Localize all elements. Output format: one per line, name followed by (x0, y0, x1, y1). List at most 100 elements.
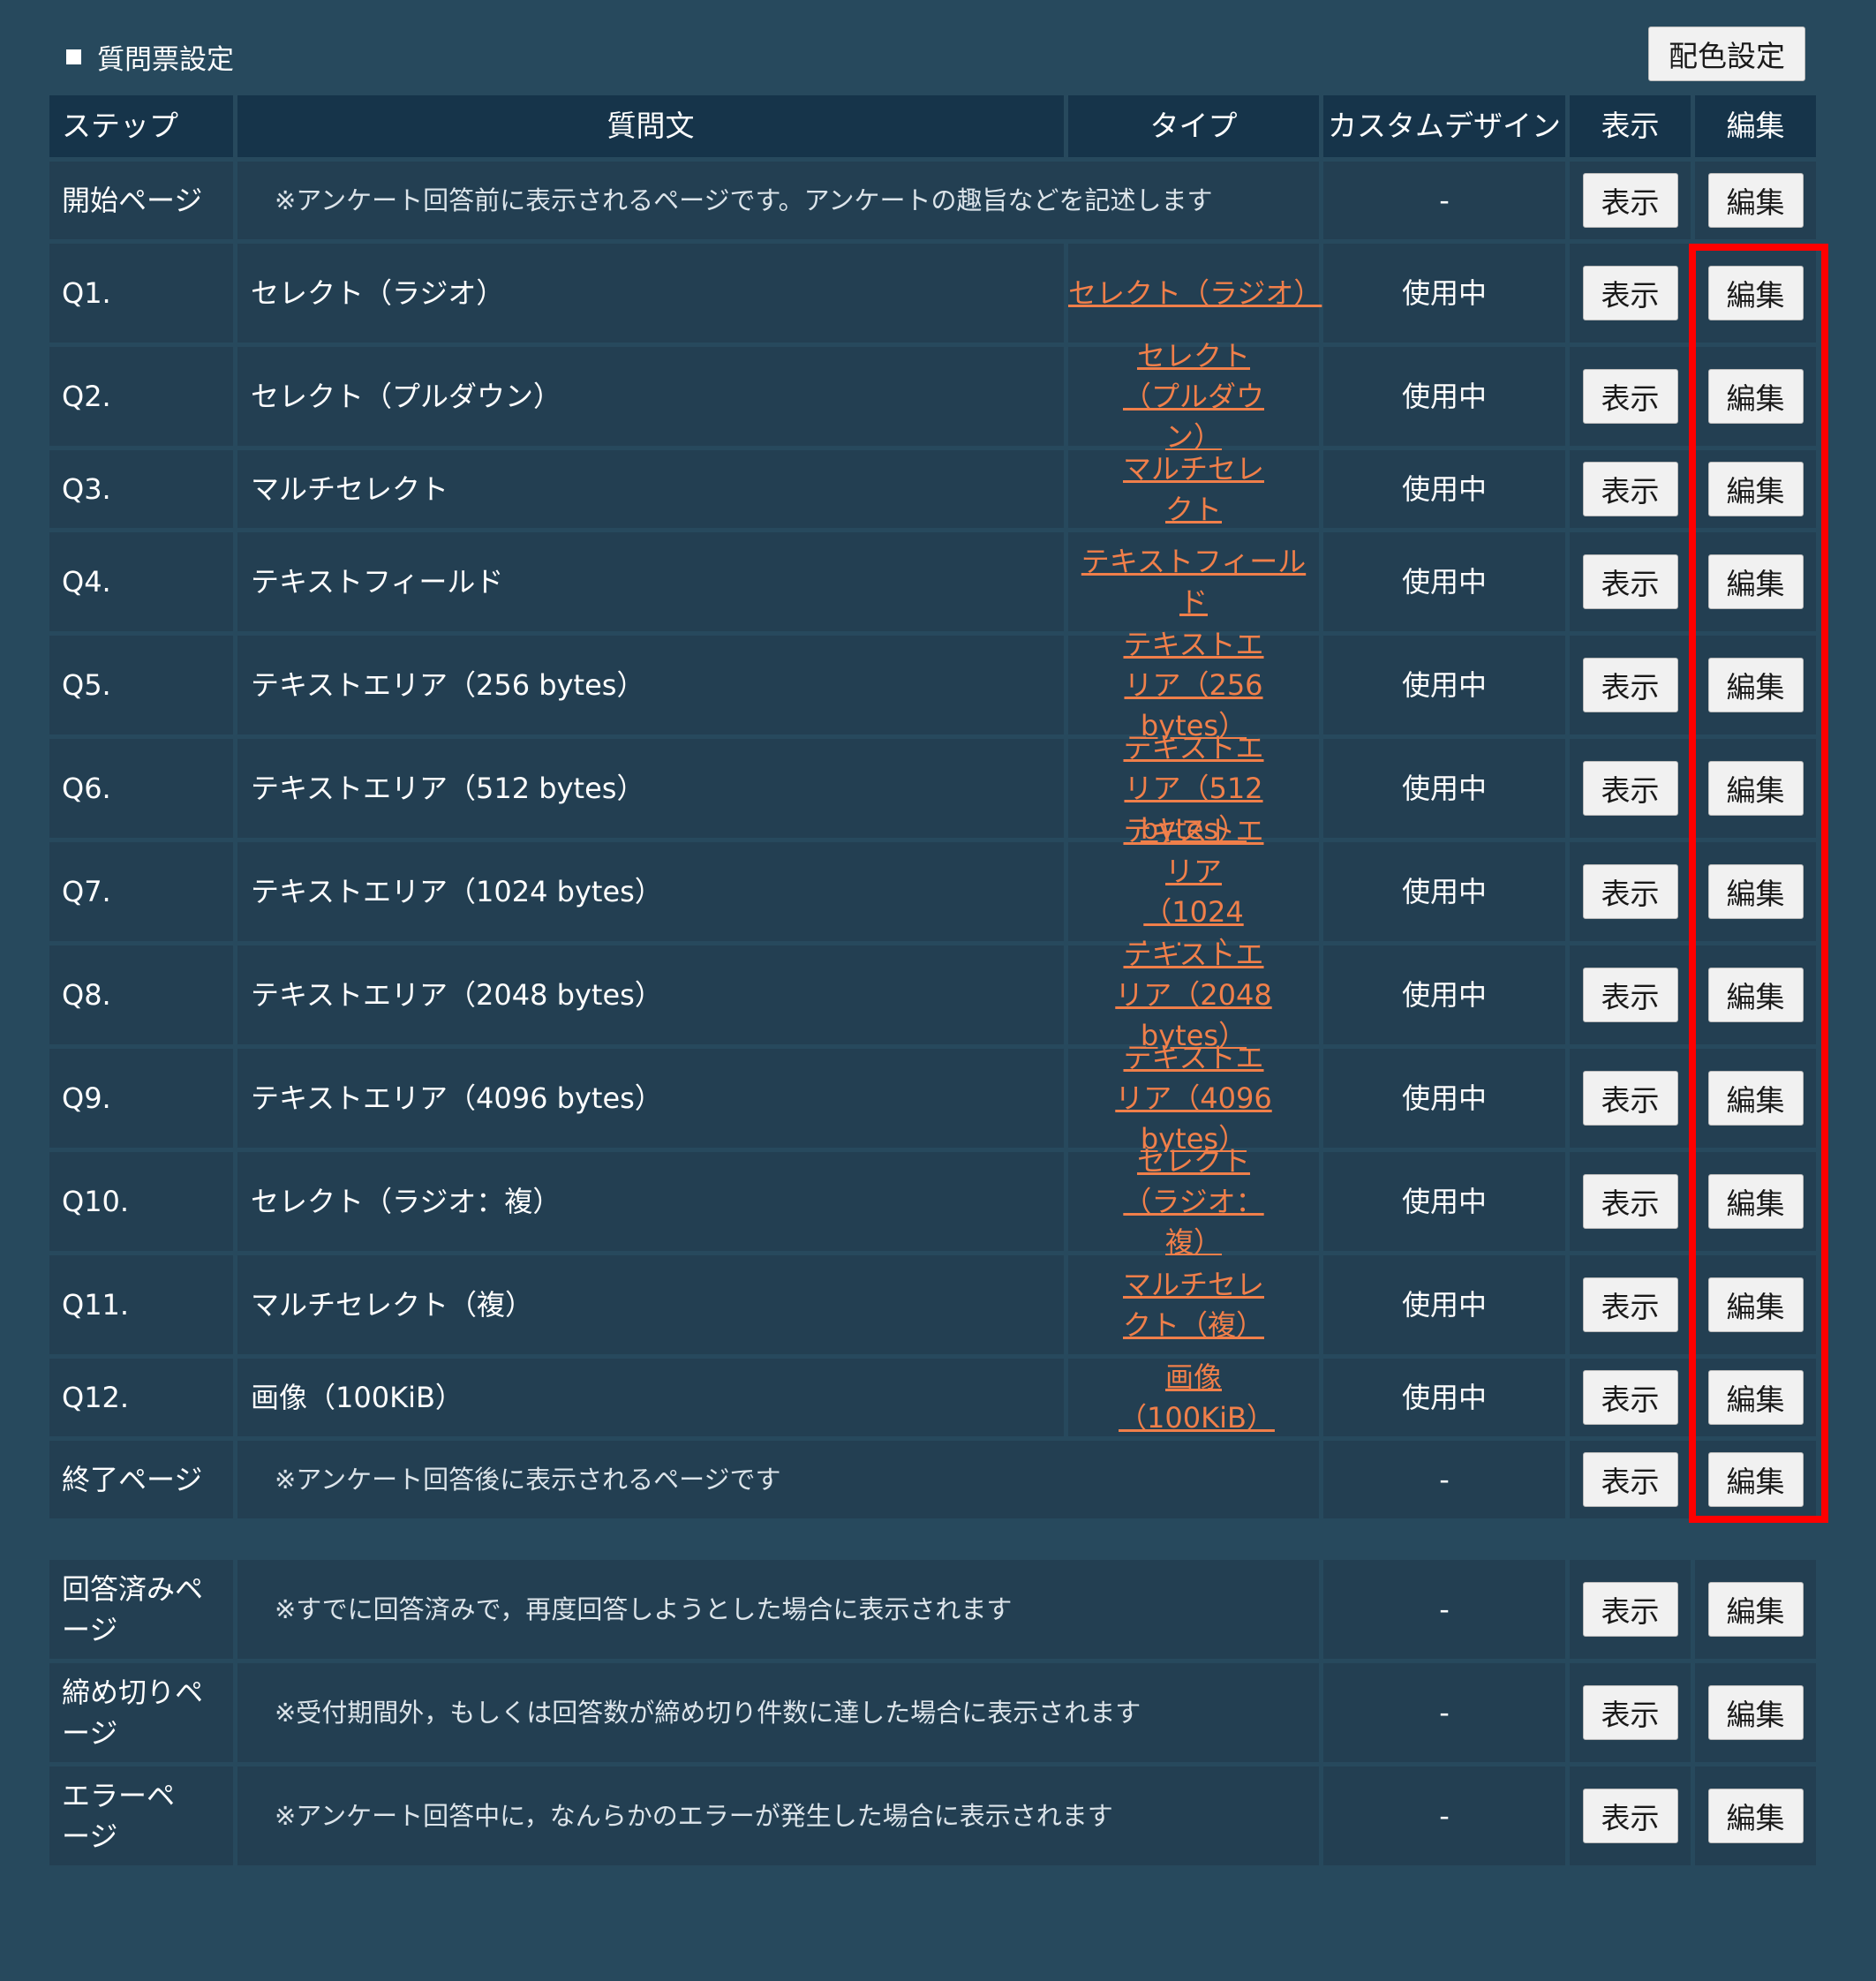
color-settings-button[interactable]: 配色設定 (1648, 26, 1805, 81)
edit-button[interactable]: 編集 (1707, 1370, 1804, 1425)
type-link[interactable]: マルチセレクト（複） (1119, 1264, 1269, 1345)
edit-button[interactable]: 編集 (1707, 1452, 1804, 1507)
show-button[interactable]: 表示 (1582, 369, 1678, 424)
custom-design-status: - (1439, 184, 1450, 217)
table-row: Q8. テキストエリア（2048 bytes） テキストエリア（2048 bytes… (49, 938, 1816, 1052)
edit-button[interactable]: 編集 (1707, 1071, 1804, 1126)
step-cell: Q11. (49, 1255, 233, 1354)
table-row: 終了ページ ※アンケート回答後に表示されるページです - 表示 編集 (49, 1441, 1816, 1518)
custom-design-cell: 使用中 (1323, 1255, 1565, 1354)
edit-button[interactable]: 編集 (1707, 554, 1804, 609)
step-cell: Q5. (49, 636, 233, 734)
step-label: Q5. (62, 668, 111, 702)
question-text: セレクト（プルダウン） (251, 380, 562, 413)
step-cell: Q7. (49, 842, 233, 941)
type-link[interactable]: マルチセレクト (1110, 448, 1277, 530)
edit-button[interactable]: 編集 (1707, 369, 1804, 424)
show-cell: 表示 (1570, 532, 1691, 631)
custom-design-status: 使用中 (1401, 565, 1487, 599)
edit-button[interactable]: 編集 (1707, 1685, 1804, 1740)
show-cell: 表示 (1570, 739, 1691, 838)
description-cell: ※アンケート回答後に表示されるページです (237, 1441, 1319, 1518)
column-header-edit: 編集 (1695, 95, 1816, 157)
custom-design-cell: 使用中 (1323, 1049, 1565, 1148)
edit-button[interactable]: 編集 (1707, 761, 1804, 816)
edit-button[interactable]: 編集 (1707, 1582, 1804, 1637)
custom-design-cell: 使用中 (1323, 244, 1565, 343)
edit-button[interactable]: 編集 (1707, 1789, 1804, 1843)
question-text: 画像（100KiB） (251, 1381, 463, 1414)
show-button[interactable]: 表示 (1582, 761, 1678, 816)
show-button[interactable]: 表示 (1582, 864, 1678, 919)
show-button[interactable]: 表示 (1582, 554, 1678, 609)
edit-button[interactable]: 編集 (1707, 658, 1804, 712)
show-button[interactable]: 表示 (1582, 1174, 1678, 1229)
custom-design-status: 使用中 (1401, 1081, 1487, 1115)
question-text: マルチセレクト (251, 472, 449, 506)
step-cell: Q2. (49, 347, 233, 446)
question-text: セレクト（ラジオ） (251, 276, 505, 310)
custom-design-status: 使用中 (1401, 875, 1487, 908)
type-link[interactable]: セレクト（ラジオ） (1068, 273, 1322, 313)
custom-design-status: 使用中 (1401, 472, 1487, 506)
show-button[interactable]: 表示 (1582, 1582, 1678, 1637)
table-row: Q12. 画像（100KiB） 画像（100KiB） 使用中 表示 編集 (49, 1359, 1816, 1436)
edit-button[interactable]: 編集 (1707, 1277, 1804, 1332)
edit-button[interactable]: 編集 (1707, 968, 1804, 1022)
step-cell: Q9. (49, 1049, 233, 1148)
type-cell: セレクト（ラジオ：複） (1068, 1144, 1319, 1259)
type-link[interactable]: 画像（100KiB） (1119, 1357, 1275, 1438)
custom-design-cell: 使用中 (1323, 945, 1565, 1044)
show-button[interactable]: 表示 (1582, 1277, 1678, 1332)
show-button[interactable]: 表示 (1582, 266, 1678, 320)
step-cell: Q1. (49, 244, 233, 343)
step-label: Q8. (62, 978, 111, 1012)
type-cell: テキストエリア（4096 bytes） (1068, 1041, 1319, 1156)
type-link[interactable]: テキストフィールド (1068, 541, 1319, 622)
show-button[interactable]: 表示 (1582, 1071, 1678, 1126)
show-button[interactable]: 表示 (1582, 1452, 1678, 1507)
custom-design-cell: 使用中 (1323, 347, 1565, 446)
step-label: 締め切りページ (62, 1676, 204, 1750)
edit-cell: 編集 (1695, 532, 1816, 631)
step-label: エラーページ (62, 1779, 176, 1853)
show-button[interactable]: 表示 (1582, 173, 1678, 228)
edit-cell: 編集 (1695, 1359, 1816, 1436)
custom-design-status: 使用中 (1401, 1185, 1487, 1218)
edit-button[interactable]: 編集 (1707, 1174, 1804, 1229)
step-label: 開始ページ (62, 184, 203, 217)
show-button[interactable]: 表示 (1582, 1685, 1678, 1740)
edit-cell: 編集 (1695, 636, 1816, 734)
page-description: ※アンケート回答前に表示されるページです。アンケートの趣旨などを記述します (275, 185, 1213, 215)
show-button[interactable]: 表示 (1582, 1789, 1678, 1843)
type-link[interactable]: セレクト（ラジオ：複） (1114, 1141, 1273, 1262)
table-row: Q10. セレクト（ラジオ：複） セレクト（ラジオ：複） 使用中 表示 編集 (49, 1144, 1816, 1259)
edit-button[interactable]: 編集 (1707, 864, 1804, 919)
type-link[interactable]: セレクト（プルダウン） (1119, 335, 1269, 457)
edit-cell: 編集 (1695, 347, 1816, 446)
page-description: ※受付期間外，もしくは回答数が締め切り件数に達した場合に表示されます (275, 1698, 1141, 1728)
show-button[interactable]: 表示 (1582, 658, 1678, 712)
show-button[interactable]: 表示 (1582, 1370, 1678, 1425)
edit-button[interactable]: 編集 (1707, 173, 1804, 228)
question-cell: セレクト（プルダウン） (237, 347, 1064, 446)
show-button[interactable]: 表示 (1582, 462, 1678, 516)
table-row: 回答済みページ ※すでに回答済みで，再度回答しようとした場合に表示されます - 表示編… (49, 1560, 1816, 1659)
step-cell: Q8. (49, 945, 233, 1044)
step-label: Q10. (62, 1185, 130, 1218)
step-label: 終了ページ (62, 1463, 203, 1496)
question-cell: テキストフィールド (237, 532, 1064, 631)
section-title-text: 質問票設定 (97, 44, 234, 76)
table-row: Q9. テキストエリア（4096 bytes） テキストエリア（4096 bytes… (49, 1041, 1816, 1156)
column-header-show: 表示 (1570, 95, 1691, 157)
column-header-step: ステップ (49, 95, 233, 157)
show-button[interactable]: 表示 (1582, 968, 1678, 1022)
edit-button[interactable]: 編集 (1707, 266, 1804, 320)
table-row: Q6. テキストエリア（512 bytes） テキストエリア（512 bytes）使… (49, 731, 1816, 846)
type-cell: セレクト（プルダウン） (1068, 339, 1319, 454)
type-cell: 画像（100KiB） (1068, 1359, 1319, 1436)
question-cell: テキストエリア（256 bytes） (237, 636, 1064, 734)
table-row: Q1. セレクト（ラジオ） セレクト（ラジオ） 使用中 表示 編集 (49, 244, 1816, 343)
step-label: 回答済みページ (62, 1572, 204, 1646)
edit-button[interactable]: 編集 (1707, 462, 1804, 516)
